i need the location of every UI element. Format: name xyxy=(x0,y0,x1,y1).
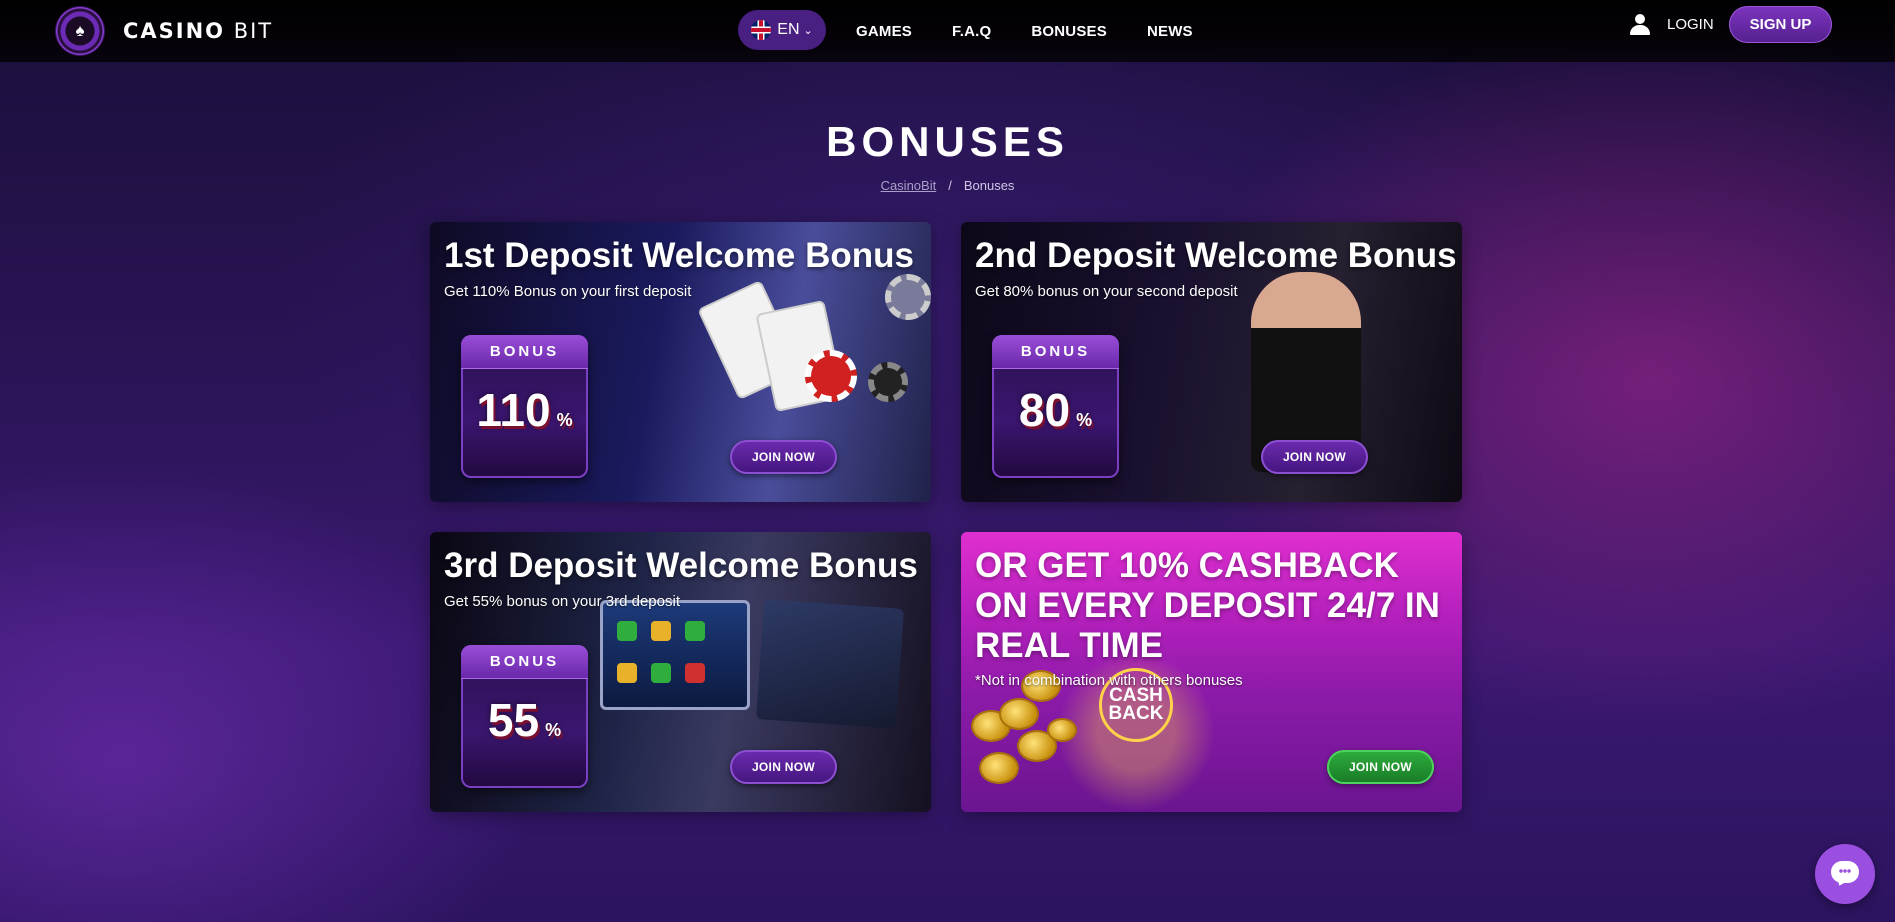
login-link[interactable]: LOGIN xyxy=(1667,16,1714,33)
poker-chip-image xyxy=(868,362,908,402)
logo-text-rest: BIT xyxy=(225,19,274,43)
bonus-badge: BONUS 55% xyxy=(461,645,588,788)
language-selector[interactable]: EN ⌄ xyxy=(738,10,826,50)
logo-text-bold: CASINO xyxy=(123,19,226,43)
signup-button[interactable]: SIGN UP xyxy=(1729,6,1832,43)
badge-unit: % xyxy=(556,410,573,430)
spade-logo-icon: ♠ xyxy=(56,7,104,55)
gold-coin-image xyxy=(1019,732,1055,760)
badge-value: 110 xyxy=(476,384,551,436)
badge-unit: % xyxy=(545,720,562,740)
chat-icon xyxy=(1831,861,1859,883)
badge-value-wrap: 110% xyxy=(461,383,588,437)
badge-value-wrap: 55% xyxy=(461,693,588,747)
chevron-down-icon: ⌄ xyxy=(803,24,813,37)
badge-label: BONUS xyxy=(461,335,588,369)
breadcrumb-home-link[interactable]: CasinoBit xyxy=(881,178,937,193)
join-now-button[interactable]: JOIN NOW xyxy=(730,440,837,474)
user-icon[interactable] xyxy=(1630,14,1650,36)
badge-value: 80 xyxy=(1018,384,1071,436)
cashback-emblem-line2: BACK xyxy=(1108,703,1164,724)
language-label: EN xyxy=(777,21,800,38)
card-title: 3rd Deposit Welcome Bonus xyxy=(444,546,918,585)
money-farm-game-image xyxy=(755,599,905,729)
nav-news[interactable]: NEWS xyxy=(1147,23,1193,40)
bonus-card-third-deposit: 3rd Deposit Welcome Bonus Get 55% bonus … xyxy=(430,532,931,812)
card-title: 1st Deposit Welcome Bonus xyxy=(444,236,915,275)
join-now-button[interactable]: JOIN NOW xyxy=(1261,440,1368,474)
nav-faq[interactable]: F.A.Q xyxy=(952,23,991,40)
breadcrumb-current: Bonuses xyxy=(963,178,1015,193)
logo-text: CASINO BIT xyxy=(123,19,273,43)
main-nav: GAMES F.A.Q BONUSES NEWS xyxy=(856,0,1193,62)
badge-label: BONUS xyxy=(461,645,588,679)
bonus-badge: BONUS 110% xyxy=(461,335,588,478)
card-subtitle: *Not in combination with others bonuses xyxy=(975,672,1243,689)
slot-machine-image xyxy=(600,600,750,710)
bonus-card-first-deposit: 1st Deposit Welcome Bonus Get 110% Bonus… xyxy=(430,222,931,502)
badge-unit: % xyxy=(1076,410,1093,430)
card-subtitle: Get 110% Bonus on your first deposit xyxy=(444,283,692,300)
card-title: OR GET 10% CASHBACK ON EVERY DEPOSIT 24/… xyxy=(975,546,1440,665)
site-logo[interactable]: ♠ CASINO BIT xyxy=(56,7,273,55)
bonus-card-second-deposit: 2nd Deposit Welcome Bonus Get 80% bonus … xyxy=(961,222,1462,502)
badge-value-wrap: 80% xyxy=(992,383,1119,437)
poker-chip-image xyxy=(805,350,857,402)
nav-bonuses[interactable]: BONUSES xyxy=(1031,23,1107,40)
gold-coin-image xyxy=(1001,700,1037,728)
card-subtitle: Get 55% bonus on your 3rd deposit xyxy=(444,593,680,610)
gold-coin-image xyxy=(1049,720,1075,740)
poker-chip-image xyxy=(885,274,931,320)
chat-button[interactable] xyxy=(1815,844,1875,904)
nav-games[interactable]: GAMES xyxy=(856,23,912,40)
badge-label: BONUS xyxy=(992,335,1119,369)
breadcrumb-separator: / xyxy=(948,178,952,193)
card-title: 2nd Deposit Welcome Bonus xyxy=(975,236,1457,275)
breadcrumb: CasinoBit / Bonuses xyxy=(0,178,1895,193)
top-navigation-bar: ♠ CASINO BIT EN ⌄ GAMES F.A.Q BONUSES NE… xyxy=(0,0,1895,62)
join-now-button[interactable]: JOIN NOW xyxy=(1327,750,1434,784)
badge-value: 55 xyxy=(487,694,540,746)
bonus-badge: BONUS 80% xyxy=(992,335,1119,478)
gold-coin-image xyxy=(981,754,1017,782)
cashback-card: CASH BACK OR GET 10% CASHBACK ON EVERY DE… xyxy=(961,532,1462,812)
join-now-button[interactable]: JOIN NOW xyxy=(730,750,837,784)
page-title: BONUSES xyxy=(826,118,1069,165)
uk-flag-icon xyxy=(751,20,772,40)
card-subtitle: Get 80% bonus on your second deposit xyxy=(975,283,1238,300)
